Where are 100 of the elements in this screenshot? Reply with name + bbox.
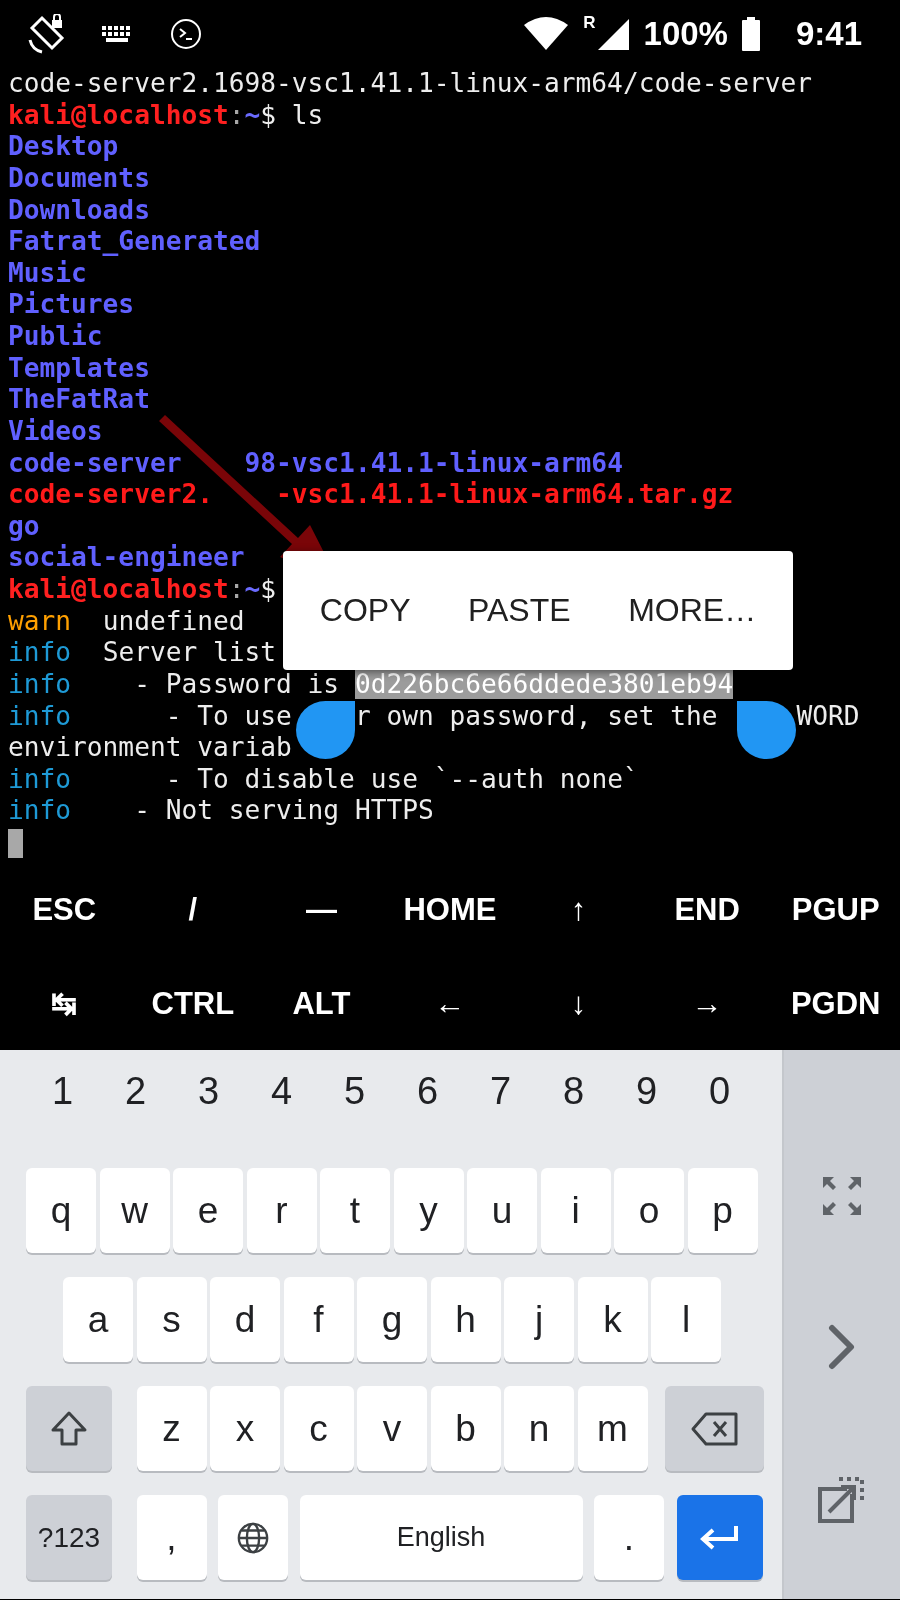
selected-text: 0d226bc6e66ddede3801eb94 <box>354 668 734 699</box>
letter-key[interactable]: q <box>26 1168 96 1253</box>
terminal-text: undefined <box>102 605 245 636</box>
letter-key[interactable]: m <box>577 1386 648 1471</box>
extra-key[interactable]: — <box>257 863 386 957</box>
selection-handle[interactable] <box>296 701 355 759</box>
extra-key[interactable]: ESC <box>0 863 129 957</box>
terminal-text: $ <box>260 574 277 604</box>
letter-key[interactable]: u <box>467 1168 537 1253</box>
number-key[interactable]: 8 <box>537 1056 610 1126</box>
prompt-user: kali@localhost <box>8 574 229 604</box>
selection-handle[interactable] <box>737 701 796 759</box>
terminal-text: code-server2.1698-vsc1.41.1-linux-arm64/code-server <box>8 68 813 98</box>
globe-icon <box>236 1520 270 1555</box>
letter-key[interactable]: x <box>210 1386 280 1471</box>
extra-key[interactable]: PGDN <box>771 957 900 1050</box>
letter-key[interactable]: i <box>540 1168 611 1253</box>
log-level: info <box>8 637 72 668</box>
letter-key[interactable]: d <box>210 1277 280 1362</box>
terminal-text: Server list <box>102 637 277 668</box>
number-key[interactable]: 2 <box>99 1056 172 1126</box>
chevron-right-icon[interactable] <box>827 1324 857 1370</box>
battery-percent: 100% <box>643 15 728 53</box>
letter-key[interactable]: z <box>136 1386 207 1471</box>
letter-key[interactable]: b <box>430 1386 501 1471</box>
letter-key[interactable]: r <box>246 1168 317 1253</box>
letter-key[interactable]: e <box>173 1168 243 1253</box>
directory-name: Pictures <box>8 289 135 320</box>
directory-name: TheFatRat <box>8 384 150 415</box>
directory-name: social-engineer <box>8 542 245 573</box>
number-key[interactable]: 3 <box>172 1056 245 1126</box>
terminal-text: - Not serving HTTPS <box>134 795 434 826</box>
roaming-indicator: R <box>583 13 596 33</box>
number-key[interactable]: 1 <box>26 1056 99 1126</box>
letter-key[interactable]: g <box>357 1277 427 1362</box>
log-level: info <box>8 700 72 731</box>
shift-key[interactable] <box>26 1386 112 1471</box>
terminal-text: r own password, set the <box>354 700 718 731</box>
language-key[interactable] <box>218 1495 288 1580</box>
directory-name: code-server <box>8 447 182 478</box>
space-bar[interactable]: English <box>299 1495 583 1580</box>
log-level: info <box>8 668 72 699</box>
backspace-key[interactable] <box>665 1386 764 1471</box>
letter-key[interactable]: h <box>430 1277 501 1362</box>
letter-key[interactable]: j <box>504 1277 574 1362</box>
extra-key[interactable]: ← <box>385 957 515 1050</box>
letter-key[interactable]: c <box>283 1386 354 1471</box>
archive-name: code-server2. <box>8 479 213 510</box>
extra-key[interactable]: END <box>642 863 772 957</box>
letter-key[interactable]: v <box>357 1386 427 1471</box>
number-key[interactable]: 5 <box>318 1056 391 1126</box>
menu-item[interactable]: PASTE <box>460 586 579 635</box>
period-key[interactable]: . <box>594 1495 664 1580</box>
letter-key[interactable]: k <box>577 1277 648 1362</box>
number-key[interactable]: 6 <box>391 1056 464 1126</box>
symbols-key[interactable]: ?123 <box>26 1495 112 1580</box>
archive-name: -vsc1.41.1-linux-arm64.tar.gz <box>276 479 734 510</box>
log-level: info <box>8 763 72 794</box>
menu-item[interactable]: COPY <box>311 586 419 635</box>
extra-key[interactable]: HOME <box>385 863 515 957</box>
extra-key[interactable]: CTRL <box>128 957 258 1050</box>
number-key[interactable]: 7 <box>464 1056 537 1126</box>
directory-name: Music <box>8 257 87 288</box>
extra-key[interactable]: ↑ <box>514 863 643 957</box>
letter-key[interactable]: w <box>99 1168 170 1253</box>
extra-key[interactable]: → <box>642 957 772 1050</box>
battery-icon <box>741 17 760 51</box>
extra-key[interactable]: ALT <box>257 957 386 1050</box>
menu-item[interactable]: MORE… <box>620 586 765 635</box>
letter-key[interactable]: p <box>687 1168 758 1253</box>
fullscreen-icon[interactable] <box>820 1174 864 1218</box>
prompt-path: ~ <box>244 574 261 604</box>
wifi-icon <box>523 17 570 51</box>
number-key[interactable]: 4 <box>245 1056 318 1126</box>
log-level: warn <box>8 605 72 636</box>
directory-name: Desktop <box>8 131 119 162</box>
number-key[interactable]: 0 <box>683 1056 756 1126</box>
floating-keyboard-icon[interactable] <box>817 1474 867 1524</box>
comma-key[interactable]: , <box>136 1495 207 1580</box>
enter-key[interactable] <box>676 1495 763 1580</box>
terminal-text: - To disable use `--auth none` <box>165 763 639 794</box>
terminal-text: WORD <box>796 700 860 731</box>
letter-key[interactable]: l <box>651 1277 721 1362</box>
letter-key[interactable]: y <box>393 1168 464 1253</box>
number-key[interactable]: 9 <box>610 1056 683 1126</box>
letter-key[interactable]: t <box>320 1168 390 1253</box>
directory-name: Documents <box>8 162 150 193</box>
clock: 9:41 <box>795 15 862 53</box>
prompt-user: kali@localhost <box>8 99 229 130</box>
extra-key[interactable]: ↓ <box>514 957 643 1050</box>
letter-key[interactable]: o <box>614 1168 684 1253</box>
letter-key[interactable]: f <box>283 1277 354 1362</box>
extra-key[interactable]: / <box>128 863 258 957</box>
letter-key[interactable]: n <box>504 1386 574 1471</box>
letter-key[interactable]: a <box>63 1277 133 1362</box>
extra-key[interactable]: PGUP <box>771 863 900 957</box>
letter-key[interactable]: s <box>136 1277 207 1362</box>
terminal-icon <box>170 18 202 50</box>
directory-name: Fatrat_Generated <box>8 226 261 257</box>
extra-key[interactable]: ↹ <box>0 957 129 1050</box>
